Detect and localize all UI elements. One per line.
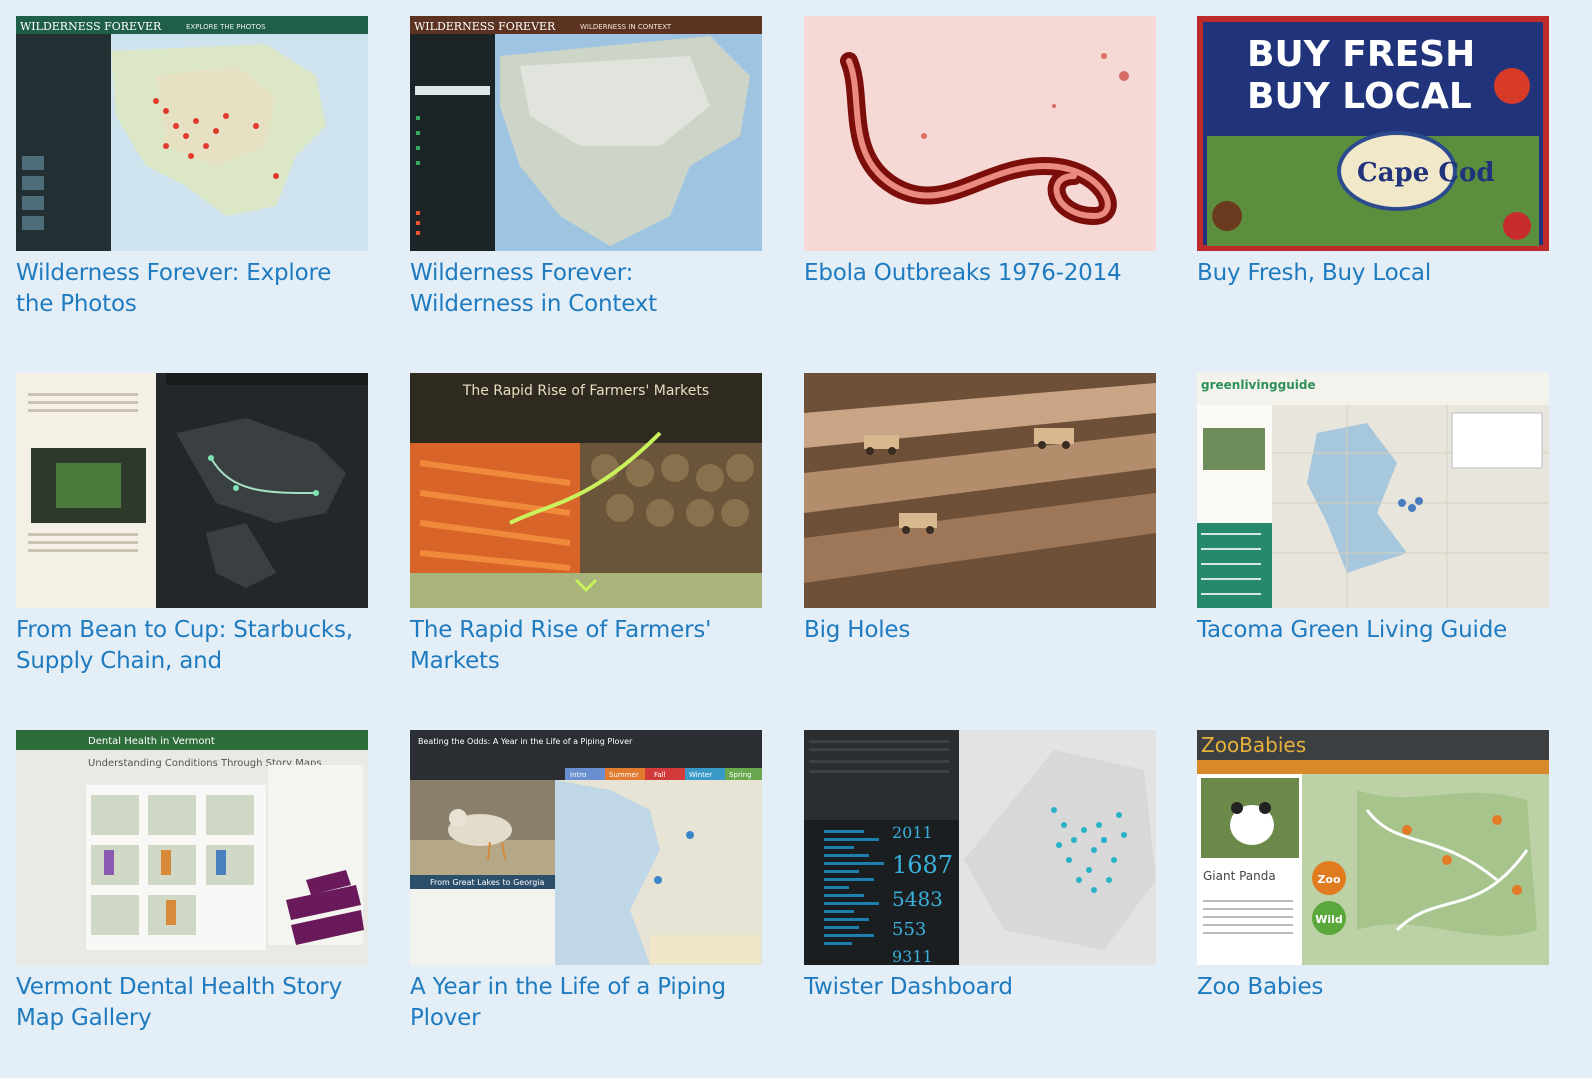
thumb-badge: Cape Cod xyxy=(1357,158,1495,188)
gallery-card-twister[interactable]: 2011 1687 5483 553 9311 Twister Dashboar… xyxy=(804,730,1156,1003)
card-title-link[interactable]: Twister Dashboard xyxy=(804,972,1156,1003)
card-title-link[interactable]: Buy Fresh, Buy Local xyxy=(1197,258,1549,289)
thumb-line-1: BUY FRESH xyxy=(1247,34,1475,75)
card-title-link[interactable]: Vermont Dental Health Story Map Gallery xyxy=(16,972,368,1034)
thumb-stat: 9311 xyxy=(892,947,933,965)
thumb-header: ZooBabies xyxy=(1201,733,1306,757)
thumbnail-twister[interactable]: 2011 1687 5483 553 9311 xyxy=(804,730,1156,965)
gallery-card-wilderness-photos[interactable]: WILDERNESS FOREVER EXPLORE THE PHOTOS Wi… xyxy=(16,16,368,320)
card-title-link[interactable]: Wilderness Forever: Explore the Photos xyxy=(16,258,368,320)
gallery-card-ebola[interactable]: Ebola Outbreaks 1976-2014 xyxy=(804,16,1156,289)
thumbnail-bean-to-cup[interactable] xyxy=(16,373,368,608)
thumb-tab: Spring xyxy=(729,771,752,779)
thumb-tab: Fall xyxy=(654,771,666,779)
card-title-link[interactable]: A Year in the Life of a Piping Plover xyxy=(410,972,762,1034)
thumb-stat: 5483 xyxy=(892,887,943,911)
gallery-card-tacoma[interactable]: greenlivingguide Tacoma Green Living Gui… xyxy=(1197,373,1549,646)
card-title-link[interactable]: Wilderness Forever: Wilderness in Contex… xyxy=(410,258,762,320)
card-title-link[interactable]: From Bean to Cup: Starbucks, Supply Chai… xyxy=(16,615,368,677)
thumb-badge: Zoo xyxy=(1317,873,1341,886)
thumb-header: The Rapid Rise of Farmers' Markets xyxy=(462,383,709,399)
card-title-link[interactable]: The Rapid Rise of Farmers' Markets xyxy=(410,615,762,677)
thumbnail-piping-plover[interactable]: Beating the Odds: A Year in the Life of … xyxy=(410,730,762,965)
thumbnail-wilderness-context[interactable]: WILDERNESS FOREVER WILDERNESS IN CONTEXT xyxy=(410,16,762,251)
gallery-card-big-holes[interactable]: Big Holes xyxy=(804,373,1156,646)
thumb-caption: Giant Panda xyxy=(1203,869,1276,883)
story-map-gallery: WILDERNESS FOREVER EXPLORE THE PHOTOS Wi… xyxy=(0,0,1592,1078)
thumb-subheader: WILDERNESS IN CONTEXT xyxy=(580,23,672,31)
thumb-header: Dental Health in Vermont xyxy=(88,736,215,747)
thumb-header: Beating the Odds: A Year in the Life of … xyxy=(418,737,633,746)
thumb-header: WILDERNESS FOREVER xyxy=(414,20,556,33)
thumbnail-tacoma[interactable]: greenlivingguide xyxy=(1197,373,1549,608)
card-title-link[interactable]: Zoo Babies xyxy=(1197,972,1549,1003)
card-title-link[interactable]: Big Holes xyxy=(804,615,1156,646)
gallery-card-farmers-markets[interactable]: The Rapid Rise of Farmers' Markets The R… xyxy=(410,373,762,677)
gallery-card-buy-fresh[interactable]: BUY FRESH BUY LOCAL Cape Cod Buy Fresh, … xyxy=(1197,16,1549,289)
thumb-stat: 553 xyxy=(892,919,926,940)
gallery-card-bean-to-cup[interactable]: From Bean to Cup: Starbucks, Supply Chai… xyxy=(16,373,368,677)
thumb-header: greenlivingguide xyxy=(1201,378,1316,392)
thumbnail-farmers-markets[interactable]: The Rapid Rise of Farmers' Markets xyxy=(410,373,762,608)
thumb-stat: 1687 xyxy=(892,851,953,879)
thumb-tab: Intro xyxy=(570,771,586,779)
thumb-badge: Wild xyxy=(1315,913,1343,926)
thumbnail-zoo-babies[interactable]: ZooBabies Giant Panda Zoo Wild xyxy=(1197,730,1549,965)
thumb-header: WILDERNESS FOREVER xyxy=(20,20,162,33)
thumb-subheader: EXPLORE THE PHOTOS xyxy=(186,23,266,31)
card-title-link[interactable]: Tacoma Green Living Guide xyxy=(1197,615,1549,646)
thumbnail-ebola[interactable] xyxy=(804,16,1156,251)
thumbnail-big-holes[interactable] xyxy=(804,373,1156,608)
thumb-line-2: BUY LOCAL xyxy=(1247,76,1472,117)
thumbnail-buy-fresh[interactable]: BUY FRESH BUY LOCAL Cape Cod xyxy=(1197,16,1549,251)
gallery-card-piping-plover[interactable]: Beating the Odds: A Year in the Life of … xyxy=(410,730,762,1034)
gallery-card-wilderness-context[interactable]: WILDERNESS FOREVER WILDERNESS IN CONTEXT… xyxy=(410,16,762,320)
thumbnail-vermont-dental[interactable]: Dental Health in Vermont Understanding C… xyxy=(16,730,368,965)
thumb-tab: Summer xyxy=(609,771,639,779)
thumb-caption: From Great Lakes to Georgia xyxy=(430,878,545,887)
thumb-stat: 2011 xyxy=(892,823,933,842)
thumbnail-wilderness-photos[interactable]: WILDERNESS FOREVER EXPLORE THE PHOTOS xyxy=(16,16,368,251)
thumb-tab: Winter xyxy=(689,771,712,779)
gallery-card-vermont-dental[interactable]: Dental Health in Vermont Understanding C… xyxy=(16,730,368,1034)
card-title-link[interactable]: Ebola Outbreaks 1976-2014 xyxy=(804,258,1156,289)
gallery-card-zoo-babies[interactable]: ZooBabies Giant Panda Zoo Wild Zoo Babie… xyxy=(1197,730,1549,1003)
